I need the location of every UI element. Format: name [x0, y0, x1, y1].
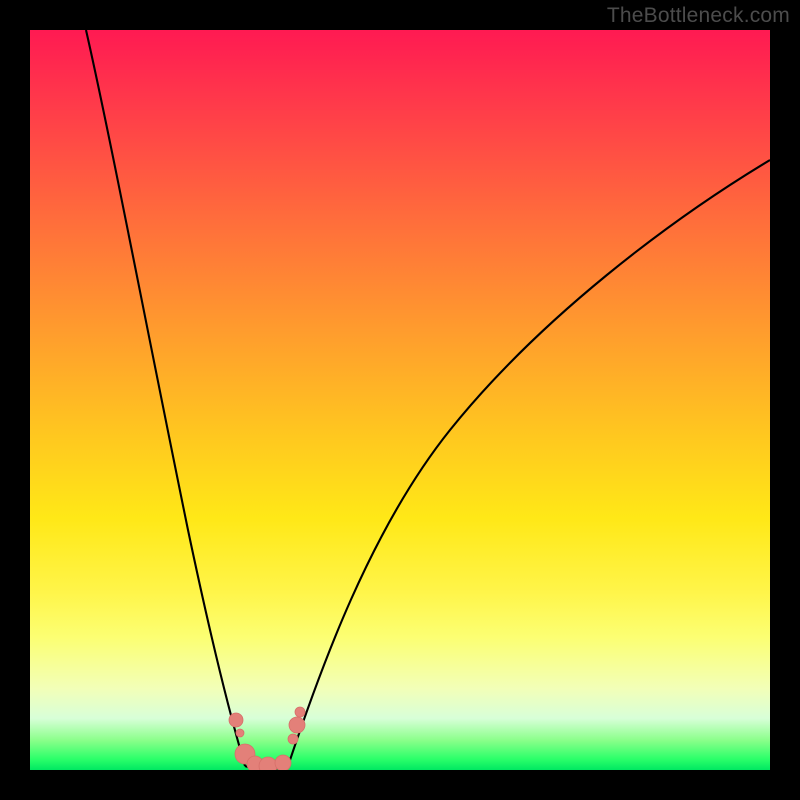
marker-dot — [275, 755, 291, 770]
curve-right-branch — [288, 160, 770, 766]
marker-cluster — [229, 707, 305, 770]
marker-dot — [289, 717, 305, 733]
watermark-label: TheBottleneck.com — [607, 4, 790, 28]
marker-dot — [295, 707, 305, 717]
curve-layer — [30, 30, 770, 770]
plot-area — [30, 30, 770, 770]
marker-dot — [229, 713, 243, 727]
marker-dot — [236, 729, 244, 737]
curve-left-branch — [86, 30, 245, 766]
marker-dot — [288, 734, 298, 744]
chart-frame: TheBottleneck.com — [0, 0, 800, 800]
